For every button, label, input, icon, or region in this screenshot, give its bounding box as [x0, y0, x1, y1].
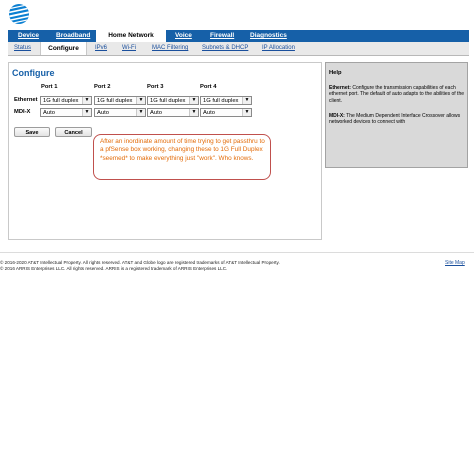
- mdix-label: MDI-X: [14, 109, 31, 115]
- help-term-ethernet: Ethernet:: [329, 85, 351, 91]
- select-value: Auto: [97, 110, 109, 116]
- subtab-status[interactable]: Status: [14, 42, 31, 55]
- help-mdix-text: The Medium Dependent Interface Crossover…: [329, 113, 461, 126]
- subtab-mac-filtering[interactable]: MAC Filtering: [152, 42, 188, 55]
- port-3-ethernet-select[interactable]: 1G full duplex ▼: [147, 96, 199, 105]
- port-4-mdix-select[interactable]: Auto ▼: [200, 108, 252, 117]
- select-value: 1G full duplex: [203, 98, 239, 104]
- secondary-nav: Status Configure IPv6 Wi-Fi MAC Filterin…: [8, 42, 469, 56]
- att-globe-logo-icon: [9, 4, 29, 24]
- site-map-link[interactable]: Site Map: [445, 260, 465, 266]
- chevron-down-icon: ▼: [189, 97, 198, 104]
- port-2-mdix-select[interactable]: Auto ▼: [94, 108, 146, 117]
- chevron-down-icon: ▼: [136, 109, 145, 116]
- nav-tab-firewall[interactable]: Firewall: [210, 30, 234, 42]
- chevron-down-icon: ▼: [189, 109, 198, 116]
- chevron-down-icon: ▼: [242, 97, 251, 104]
- nav-tab-device[interactable]: Device: [18, 30, 39, 42]
- annotation-callout: After an inordinate amount of time tryin…: [93, 134, 271, 180]
- footer-copyright-att: © 2016-2020 AT&T Intellectual Property. …: [0, 260, 280, 265]
- cancel-button[interactable]: Cancel: [55, 127, 92, 137]
- chevron-down-icon: ▼: [136, 97, 145, 104]
- port-2-header: Port 2: [94, 84, 111, 90]
- subtab-ipv6[interactable]: IPv6: [95, 42, 107, 55]
- subtab-wifi[interactable]: Wi-Fi: [122, 42, 136, 55]
- subtab-configure[interactable]: Configure: [40, 42, 87, 55]
- subtab-ip-allocation[interactable]: IP Allocation: [262, 42, 295, 55]
- select-value: Auto: [43, 110, 55, 116]
- select-value: 1G full duplex: [150, 98, 186, 104]
- footer-divider: [0, 252, 474, 253]
- select-value: 1G full duplex: [43, 98, 79, 104]
- help-title: Help: [329, 70, 342, 76]
- nav-tab-diagnostics[interactable]: Diagnostics: [250, 30, 287, 42]
- help-term-mdix: MDI-X:: [329, 113, 345, 119]
- port-1-ethernet-select[interactable]: 1G full duplex ▼: [40, 96, 92, 105]
- chevron-down-icon: ▼: [82, 97, 91, 104]
- port-4-ethernet-select[interactable]: 1G full duplex ▼: [200, 96, 252, 105]
- port-1-mdix-select[interactable]: Auto ▼: [40, 108, 92, 117]
- help-mdix: MDI-X: The Medium Dependent Interface Cr…: [329, 113, 465, 126]
- save-button[interactable]: Save: [14, 127, 50, 137]
- ethernet-label: Ethernet: [14, 97, 38, 103]
- port-3-mdix-select[interactable]: Auto ▼: [147, 108, 199, 117]
- chevron-down-icon: ▼: [242, 109, 251, 116]
- primary-nav: Device Broadband Home Network Voice Fire…: [8, 30, 469, 42]
- select-value: 1G full duplex: [97, 98, 133, 104]
- port-2-ethernet-select[interactable]: 1G full duplex ▼: [94, 96, 146, 105]
- port-3-header: Port 3: [147, 84, 164, 90]
- port-1-header: Port 1: [41, 84, 58, 90]
- chevron-down-icon: ▼: [82, 109, 91, 116]
- select-value: Auto: [203, 110, 215, 116]
- select-value: Auto: [150, 110, 162, 116]
- subtab-subnets-dhcp[interactable]: Subnets & DHCP: [202, 42, 248, 55]
- page-title: Configure: [12, 68, 55, 78]
- help-ethernet: Ethernet: Configure the transmission cap…: [329, 85, 465, 104]
- nav-tab-voice[interactable]: Voice: [175, 30, 192, 42]
- nav-tab-broadband[interactable]: Broadband: [56, 30, 90, 42]
- footer-copyright-arris: © 2016 ARRIS Enterprises LLC. All rights…: [0, 266, 228, 271]
- nav-tab-home-network[interactable]: Home Network: [96, 30, 166, 42]
- port-4-header: Port 4: [200, 84, 217, 90]
- help-panel: Help Ethernet: Configure the transmissio…: [325, 62, 468, 168]
